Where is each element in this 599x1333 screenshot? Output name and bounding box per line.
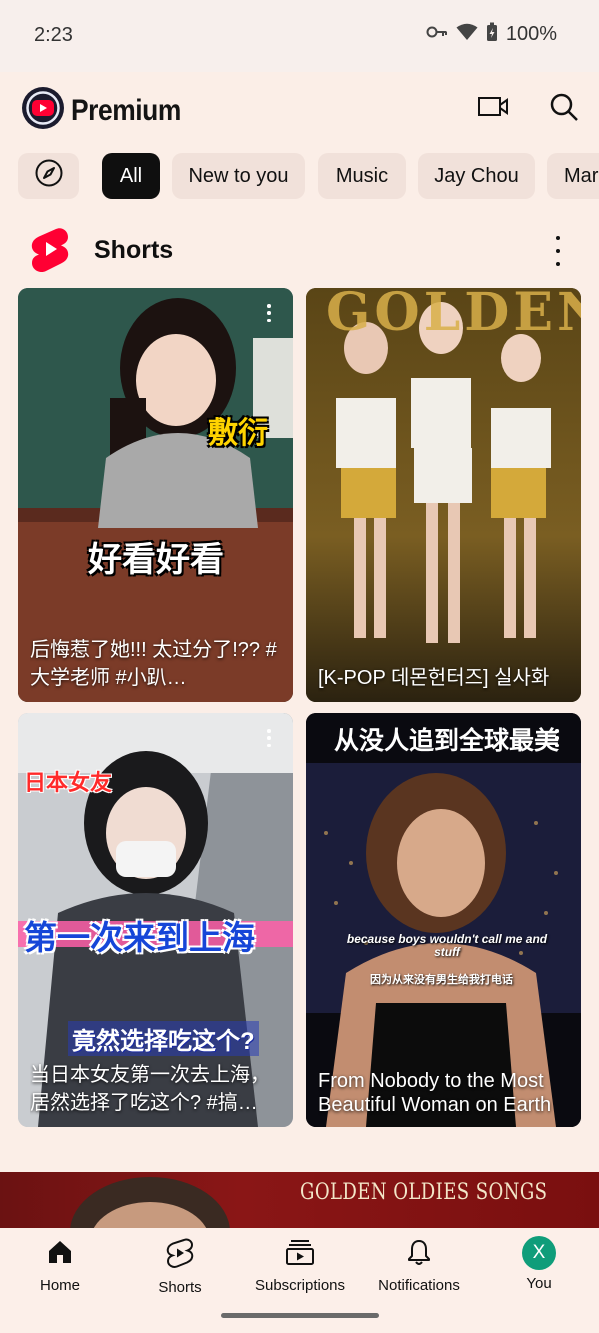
logo-text: Premium [71, 93, 181, 127]
bell-icon [405, 1238, 433, 1271]
overlay-text: 从没人追到全球最美 [334, 727, 560, 755]
overlay-tag: 日本女友 [24, 770, 113, 795]
overlay-text: 好看好看 [88, 541, 224, 579]
nav-you[interactable]: X You [479, 1236, 599, 1292]
nav-shorts[interactable]: Shorts [120, 1238, 240, 1296]
status-bar: 2:23 100% [0, 0, 599, 72]
nav-label: Home [39, 1277, 80, 1294]
chip-jay-chou[interactable]: Jay Chou [418, 153, 535, 199]
nav-label: Shorts [158, 1279, 202, 1296]
video-thumbnail-banner[interactable]: GOLDEN OLDIES SONGS [0, 1172, 599, 1230]
shorts-more-icon[interactable] [548, 236, 568, 266]
youtube-premium-logo[interactable]: Premium [21, 86, 196, 135]
avatar: X [522, 1236, 556, 1270]
youtube-logo-icon [21, 86, 65, 135]
short-card[interactable]: GOLDEN [K-POP 데몬헌터즈] 실사화 [306, 288, 581, 702]
search-icon[interactable] [547, 90, 581, 124]
explore-chip[interactable] [18, 153, 79, 199]
shorts-logo-icon [30, 227, 70, 278]
cast-video-icon[interactable] [476, 90, 510, 124]
subscriptions-icon [285, 1238, 315, 1271]
filter-chips: All New to you Music Jay Chou Mar [0, 153, 599, 199]
nav-label: You [526, 1275, 552, 1292]
nav-home[interactable]: Home [0, 1238, 120, 1294]
short-caption: 当日本女友第一次去上海，居然选择了吃这个? #搞… [30, 1064, 270, 1114]
short-more-icon[interactable] [259, 729, 279, 747]
short-caption: [K-POP 데몬헌터즈] 실사화 [318, 667, 550, 689]
short-card[interactable]: 敷衍 好看好看 后悔惹了她!!! 太过分了!?? #大学老师 #小趴… [18, 288, 293, 702]
vpn-key-icon [426, 25, 448, 44]
shorts-shelf-header: Shorts [0, 222, 599, 278]
nav-subscriptions[interactable]: Subscriptions [240, 1238, 360, 1294]
short-caption: 后悔惹了她!!! 太过分了!?? #大学老师 #小趴… [30, 639, 277, 689]
battery-icon [486, 22, 498, 47]
overlay-text: 敷衍 [208, 417, 268, 450]
short-thumbnail-4 [306, 713, 581, 1127]
banner-image [70, 1177, 230, 1230]
overlay-text: GOLDEN [326, 288, 581, 343]
chip-mar[interactable]: Mar [547, 153, 599, 199]
banner-title: GOLDEN OLDIES SONGS [300, 1180, 548, 1205]
explore-compass-icon [34, 158, 64, 194]
short-thumbnail-2 [306, 288, 581, 702]
chip-new-to-you[interactable]: New to you [172, 153, 305, 199]
nav-notifications[interactable]: Notifications [359, 1238, 479, 1294]
short-caption: From Nobody to the Most Beautiful Woman … [318, 1070, 552, 1116]
nav-label: Notifications [378, 1277, 460, 1294]
short-more-icon[interactable] [547, 729, 567, 747]
subtitle-en: because boys wouldn't call me and stuff [346, 932, 548, 959]
overlay-text: 竟然选择吃这个? [68, 1021, 259, 1056]
wifi-icon [456, 23, 478, 46]
home-icon [46, 1238, 74, 1271]
battery-percent: 100% [505, 23, 557, 45]
overlay-text: 第一次来到上海 [24, 919, 255, 956]
gesture-home-bar[interactable] [221, 1313, 379, 1318]
app-header: Premium [0, 72, 599, 146]
status-time: 2:23 [34, 24, 73, 46]
chip-music[interactable]: Music [318, 153, 406, 199]
short-card[interactable]: 日本女友 第一次来到上海 竟然选择吃这个? 当日本女友第一次去上海，居然选择了吃… [18, 713, 293, 1127]
short-more-icon[interactable] [259, 304, 279, 322]
status-icons: 100% [426, 22, 557, 47]
subtitle-zh: 因为从来没有男生给我打电话 [370, 974, 513, 986]
chip-all[interactable]: All [102, 153, 160, 199]
shorts-icon [166, 1238, 194, 1273]
shorts-title: Shorts [94, 236, 174, 264]
nav-label: Subscriptions [254, 1277, 346, 1294]
short-card[interactable]: 从没人追到全球最美 because boys wouldn't call me … [306, 713, 581, 1127]
